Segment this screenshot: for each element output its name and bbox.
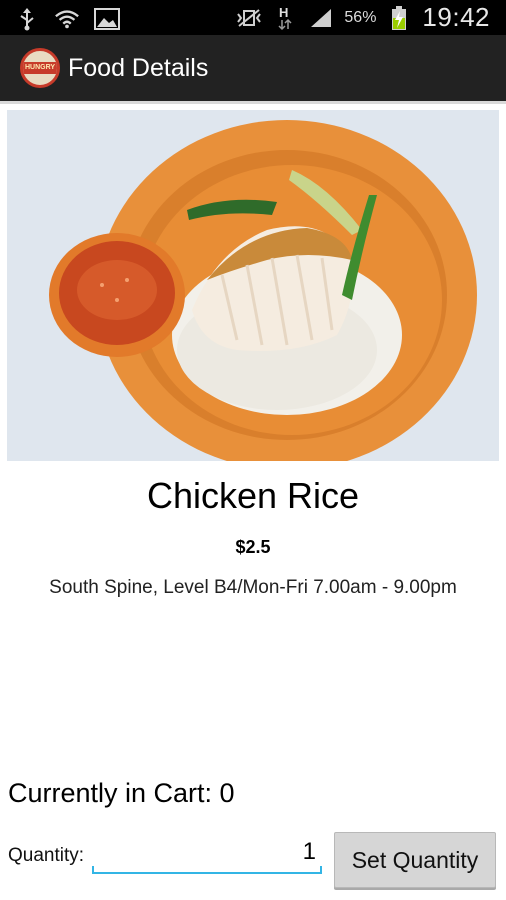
quantity-input-edge-right (320, 866, 322, 874)
quantity-input[interactable] (92, 836, 322, 874)
signal-icon (308, 5, 334, 31)
quantity-input-edge-left (92, 866, 94, 874)
status-bar: H 56% 19:42 (0, 0, 506, 35)
food-location-hours: South Spine, Level B4/Mon-Fri 7.00am - 9… (49, 577, 457, 598)
svg-text:H: H (279, 5, 288, 20)
clock: 19:42 (422, 2, 490, 32)
app-logo-icon[interactable]: HUNGRY (20, 48, 60, 88)
battery-percent: 56% (344, 8, 377, 26)
usb-icon (14, 6, 40, 32)
food-image (7, 110, 499, 461)
quantity-label: Quantity: (8, 845, 85, 866)
food-name: Chicken Rice (146, 475, 360, 516)
vibrate-off-icon (236, 5, 262, 31)
app-logo-text: HUNGRY (23, 62, 57, 74)
system-status: H 56% 19:42 (236, 2, 490, 33)
action-bar: HUNGRY Food Details (0, 35, 506, 104)
cart-count-label: Currently in Cart: 0 (8, 778, 235, 808)
page-title: Food Details (68, 54, 209, 82)
notification-icons (14, 6, 120, 32)
battery-charging-icon (386, 5, 412, 31)
food-price: $2.5 (235, 537, 271, 557)
wifi-question-icon (54, 6, 80, 32)
image-icon (94, 6, 120, 32)
data-arrows-icon: H (272, 5, 298, 31)
set-quantity-button[interactable]: Set Quantity (334, 832, 496, 888)
